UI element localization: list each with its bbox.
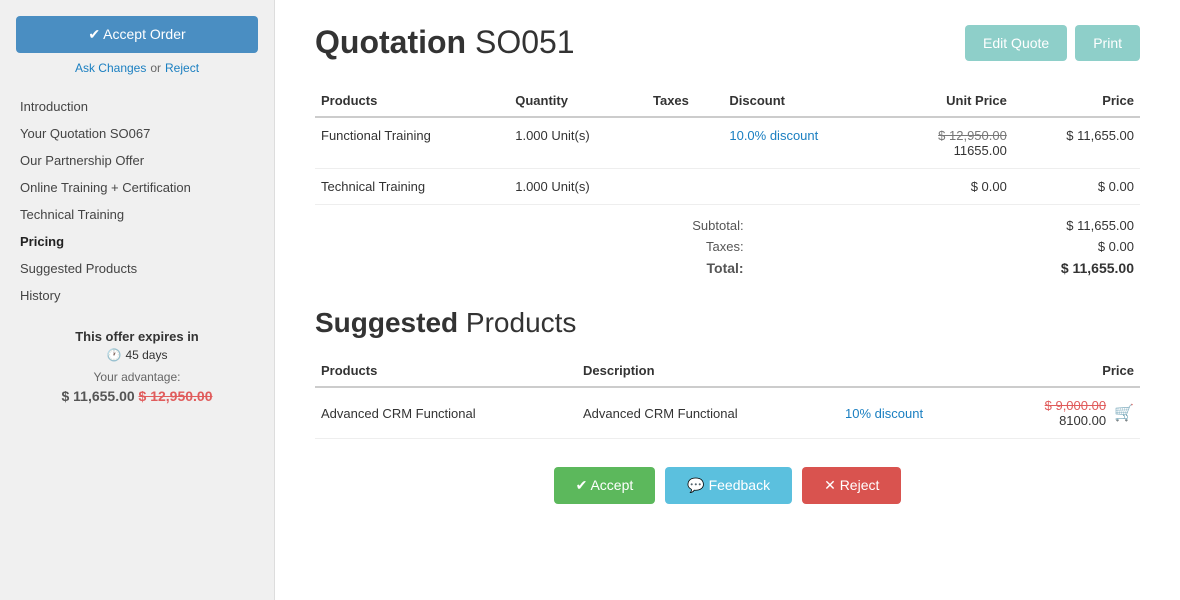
suggested-bold: Suggested bbox=[315, 307, 458, 338]
sug-price-details: $ 9,000.00 8100.00 bbox=[1045, 398, 1106, 428]
edit-quote-button[interactable]: Edit Quote bbox=[965, 25, 1067, 61]
product-taxes bbox=[647, 169, 723, 205]
subtotal-label: Subtotal: bbox=[502, 215, 749, 236]
sidebar-item-history[interactable]: History bbox=[0, 282, 274, 309]
main-header: Quotation SO051 Edit Quote Print bbox=[315, 24, 1140, 61]
title-so: SO051 bbox=[466, 24, 575, 60]
product-discount: 10.0% discount bbox=[723, 117, 884, 169]
pricing-table: Products Quantity Taxes Discount Unit Pr… bbox=[315, 85, 1140, 205]
sidebar-navigation: Introduction Your Quotation SO067 Our Pa… bbox=[0, 93, 274, 309]
accept-button[interactable]: ✔ Accept bbox=[554, 467, 656, 504]
col-products: Products bbox=[315, 85, 509, 117]
reject-link[interactable]: Reject bbox=[165, 61, 199, 75]
col-quantity: Quantity bbox=[509, 85, 647, 117]
sidebar-item-online-training[interactable]: Online Training + Certification bbox=[0, 174, 274, 201]
print-button[interactable]: Print bbox=[1075, 25, 1140, 61]
title-bold: Quotation bbox=[315, 24, 466, 60]
sug-description: Advanced CRM Functional bbox=[577, 387, 839, 439]
suggested-table: Products Description Price Advanced CRM … bbox=[315, 355, 1140, 439]
page-title: Quotation SO051 bbox=[315, 24, 575, 61]
sidebar-item-quotation[interactable]: Your Quotation SO067 bbox=[0, 120, 274, 147]
advantage-label: Your advantage: bbox=[16, 370, 258, 384]
offer-days: 🕐 45 days bbox=[16, 348, 258, 362]
suggested-normal: Products bbox=[458, 307, 576, 338]
table-row: Functional Training 1.000 Unit(s) 10.0% … bbox=[315, 117, 1140, 169]
offer-box: This offer expires in 🕐 45 days Your adv… bbox=[16, 329, 258, 404]
suggested-products-title: Suggested Products bbox=[315, 307, 1140, 339]
sug-col-products: Products bbox=[315, 355, 577, 387]
sidebar-item-partnership[interactable]: Our Partnership Offer bbox=[0, 147, 274, 174]
col-taxes: Taxes bbox=[647, 85, 723, 117]
sug-new-price: 8100.00 bbox=[1059, 413, 1106, 428]
sug-price-col: $ 9,000.00 8100.00 🛒 bbox=[987, 398, 1134, 428]
unit-price-striked: $ 12,950.00 bbox=[938, 128, 1007, 143]
sidebar-item-pricing[interactable]: Pricing bbox=[0, 228, 274, 255]
summary-total-row: Total: $ 11,655.00 bbox=[315, 257, 1140, 279]
unit-price-sub: 11655.00 bbox=[954, 143, 1007, 158]
offer-expires-label: This offer expires in bbox=[16, 329, 258, 344]
product-quantity: 1.000 Unit(s) bbox=[509, 169, 647, 205]
sug-product-name: Advanced CRM Functional bbox=[315, 387, 577, 439]
product-price: $ 11,655.00 bbox=[1013, 117, 1140, 169]
sug-price: $ 9,000.00 8100.00 🛒 bbox=[981, 387, 1140, 439]
sidebar: ✔ Accept Order Ask Changes or Reject Int… bbox=[0, 0, 275, 600]
ask-changes-link[interactable]: Ask Changes bbox=[75, 61, 146, 75]
product-unit-price: $ 0.00 bbox=[884, 169, 1013, 205]
or-text: or bbox=[150, 61, 161, 75]
accept-order-button[interactable]: ✔ Accept Order bbox=[16, 16, 258, 53]
product-discount bbox=[723, 169, 884, 205]
summary-subtotal-row: Subtotal: $ 11,655.00 bbox=[315, 215, 1140, 236]
product-unit-price: $ 12,950.00 11655.00 bbox=[884, 117, 1013, 169]
product-name: Functional Training bbox=[315, 117, 509, 169]
col-unit-price: Unit Price bbox=[884, 85, 1013, 117]
sug-old-price: $ 9,000.00 bbox=[1045, 398, 1106, 413]
reject-button[interactable]: ✕ Reject bbox=[802, 467, 901, 504]
sug-col-price: Price bbox=[981, 355, 1140, 387]
sidebar-item-technical-training[interactable]: Technical Training bbox=[0, 201, 274, 228]
days-value: 45 days bbox=[125, 348, 167, 362]
product-price: $ 0.00 bbox=[1013, 169, 1140, 205]
product-name: Technical Training bbox=[315, 169, 509, 205]
col-discount: Discount bbox=[723, 85, 884, 117]
sug-col-discount bbox=[839, 355, 981, 387]
total-label: Total: bbox=[502, 257, 749, 279]
sug-col-description: Description bbox=[577, 355, 839, 387]
main-content: Quotation SO051 Edit Quote Print Product… bbox=[275, 0, 1180, 600]
new-price: $ 11,655.00 bbox=[61, 388, 134, 404]
sidebar-item-introduction[interactable]: Introduction bbox=[0, 93, 274, 120]
total-value: $ 11,655.00 bbox=[750, 257, 1140, 279]
header-buttons: Edit Quote Print bbox=[965, 25, 1140, 61]
suggested-row: Advanced CRM Functional Advanced CRM Fun… bbox=[315, 387, 1140, 439]
summary-table: Subtotal: $ 11,655.00 Taxes: $ 0.00 Tota… bbox=[315, 215, 1140, 279]
summary-taxes-row: Taxes: $ 0.00 bbox=[315, 236, 1140, 257]
sug-discount: 10% discount bbox=[839, 387, 981, 439]
clock-icon: 🕐 bbox=[107, 348, 122, 362]
sidebar-item-suggested-products[interactable]: Suggested Products bbox=[0, 255, 274, 282]
product-quantity: 1.000 Unit(s) bbox=[509, 117, 647, 169]
subtotal-value: $ 11,655.00 bbox=[750, 215, 1140, 236]
product-taxes bbox=[647, 117, 723, 169]
bottom-buttons: ✔ Accept 💬 Feedback ✕ Reject bbox=[315, 467, 1140, 514]
feedback-button[interactable]: 💬 Feedback bbox=[665, 467, 792, 504]
cart-icon[interactable]: 🛒 bbox=[1114, 403, 1134, 423]
taxes-label: Taxes: bbox=[502, 236, 749, 257]
old-price: $ 12,950.00 bbox=[139, 388, 213, 404]
table-row: Technical Training 1.000 Unit(s) $ 0.00 … bbox=[315, 169, 1140, 205]
advantage-prices: $ 11,655.00 $ 12,950.00 bbox=[16, 388, 258, 404]
sidebar-links: Ask Changes or Reject bbox=[0, 61, 274, 75]
taxes-value: $ 0.00 bbox=[750, 236, 1140, 257]
col-price: Price bbox=[1013, 85, 1140, 117]
